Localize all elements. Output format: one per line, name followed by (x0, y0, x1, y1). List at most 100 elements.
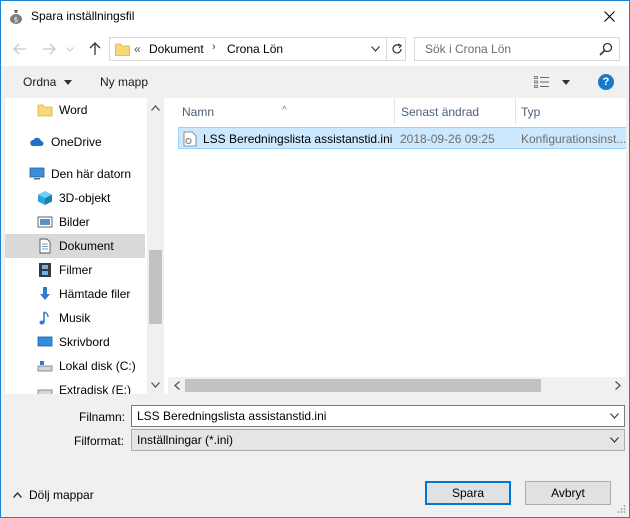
sidebar-item-label: 3D-objekt (59, 191, 111, 205)
up-button[interactable] (86, 40, 104, 58)
sidebar-item-label: Bilder (59, 215, 90, 229)
chevron-down-icon (609, 437, 619, 443)
organize-menu[interactable]: Ordna (23, 75, 72, 89)
navigation-pane[interactable]: Word OneDrive Den här datorn 3D-objekt B… (5, 98, 147, 394)
refresh-button[interactable] (386, 38, 406, 60)
command-bar: Ordna Ny mapp ? (1, 66, 629, 98)
drive-icon (37, 389, 53, 394)
sidebar-item-extra-disk[interactable]: Extradisk (E:) (5, 378, 145, 394)
new-folder-button[interactable]: Ny mapp (100, 75, 148, 89)
folder-icon (115, 43, 130, 56)
column-header-name[interactable]: ^ Namn (164, 98, 394, 124)
help-button[interactable]: ? (598, 74, 614, 90)
hide-folders-label: Dölj mappar (29, 488, 94, 502)
window-title: Spara inställningsfil (31, 9, 135, 23)
file-list-scrollbar[interactable] (168, 377, 626, 394)
recent-locations-button[interactable] (64, 40, 76, 58)
back-button[interactable] (11, 40, 29, 58)
column-label: Namn (182, 105, 215, 119)
sidebar-item-desktop[interactable]: Skrivbord (5, 330, 145, 354)
file-row[interactable]: LSS Beredningslista assistanstid.ini 201… (178, 127, 626, 149)
format-select[interactable]: Inställningar (*.ini) (131, 429, 625, 451)
arrow-left-icon (13, 43, 26, 55)
column-header-modified[interactable]: Senast ändrad (395, 98, 515, 124)
search-icon (599, 42, 613, 56)
chevron-down-icon (151, 381, 160, 388)
filename-combobox[interactable] (131, 405, 625, 427)
scroll-left-button[interactable] (168, 377, 185, 394)
breadcrumb-separator-icon[interactable]: › (212, 41, 216, 53)
filename-dropdown-button[interactable] (605, 407, 623, 425)
breadcrumb-crona-lon[interactable]: Crona Lön (227, 42, 283, 56)
chevron-up-icon (151, 104, 160, 111)
save-dialog: $ Spara inställningsfil « Dokument › Cro… (0, 0, 630, 518)
folder-icon (37, 104, 53, 117)
title-bar: $ Spara inställningsfil (1, 1, 629, 32)
cube-icon (38, 191, 52, 205)
sidebar-item-label: Lokal disk (C:) (59, 359, 136, 373)
forward-button[interactable] (40, 40, 58, 58)
change-view-button[interactable] (534, 74, 570, 90)
scroll-down-button[interactable] (147, 376, 164, 393)
scroll-thumb[interactable] (149, 250, 162, 324)
settings-file-icon (183, 131, 197, 147)
sidebar-item-downloads[interactable]: Hämtade filer (5, 282, 145, 306)
sidebar-item-label: OneDrive (51, 135, 102, 149)
sidebar-item-label: Dokument (59, 239, 114, 253)
sidebar-item-label: Hämtade filer (59, 287, 131, 301)
sidebar-item-label: Filmer (59, 263, 93, 277)
address-overflow[interactable]: « (134, 42, 141, 56)
sidebar-item-this-pc[interactable]: Den här datorn (5, 162, 145, 186)
drive-icon (37, 361, 53, 372)
chevron-up-icon (13, 492, 22, 498)
file-name: LSS Beredningslista assistanstid.ini (203, 132, 393, 146)
caret-down-icon (63, 80, 72, 86)
chevron-left-icon (173, 381, 180, 390)
column-label: Typ (521, 105, 541, 119)
sort-ascending-icon: ^ (282, 105, 287, 116)
hide-folders-toggle[interactable]: Dölj mappar (13, 488, 94, 502)
sidebar-item-word[interactable]: Word (5, 98, 145, 122)
file-list[interactable]: ^ Namn Senast ändrad Typ LSS Beredningsl… (164, 98, 626, 394)
film-icon (39, 263, 51, 277)
resize-grip-icon[interactable] (616, 504, 626, 514)
sidebar-item-music[interactable]: Musik (5, 306, 145, 330)
format-dropdown-button[interactable] (605, 431, 623, 449)
sidebar-item-documents[interactable]: Dokument (5, 234, 145, 258)
cancel-button[interactable]: Avbryt (525, 481, 611, 505)
sidebar-item-local-disk[interactable]: Lokal disk (C:) (5, 354, 145, 378)
help-icon: ? (602, 76, 610, 88)
filename-input[interactable] (132, 406, 602, 426)
address-bar[interactable]: « Dokument › Crona Lön (109, 37, 406, 61)
scroll-up-button[interactable] (147, 99, 164, 116)
sidebar-item-onedrive[interactable]: OneDrive (5, 130, 145, 154)
close-button[interactable] (597, 5, 621, 27)
format-value: Inställningar (*.ini) (137, 433, 234, 447)
file-type: Konfigurationsinst... (521, 132, 626, 146)
address-dropdown-button[interactable] (366, 38, 384, 60)
sidebar-item-pictures[interactable]: Bilder (5, 210, 145, 234)
format-label: Filformat: (74, 434, 125, 448)
money-bag-icon: $ (10, 10, 22, 24)
svg-text:$: $ (14, 16, 18, 24)
music-icon (39, 311, 49, 325)
column-header-type[interactable]: Typ (516, 98, 626, 124)
search-input[interactable] (415, 38, 595, 60)
column-label: Senast ändrad (401, 105, 480, 119)
scroll-right-button[interactable] (609, 377, 626, 394)
arrow-up-icon (89, 42, 101, 55)
sidebar-item-3d-objects[interactable]: 3D-objekt (5, 186, 145, 210)
refresh-icon (391, 43, 402, 54)
scroll-thumb[interactable] (185, 379, 541, 392)
sidebar-item-videos[interactable]: Filmer (5, 258, 145, 282)
breadcrumb-dokument[interactable]: Dokument (149, 42, 204, 56)
sidebar-item-label: Extradisk (E:) (59, 383, 132, 394)
arrow-right-icon (43, 43, 56, 55)
download-icon (40, 287, 50, 300)
document-icon (39, 238, 51, 254)
search-box[interactable] (414, 37, 620, 61)
browser-area: Word OneDrive Den här datorn 3D-objekt B… (5, 98, 626, 394)
navigation-bar: « Dokument › Crona Lön (1, 32, 629, 66)
navigation-scrollbar[interactable] (147, 98, 164, 394)
save-button[interactable]: Spara (425, 481, 511, 505)
